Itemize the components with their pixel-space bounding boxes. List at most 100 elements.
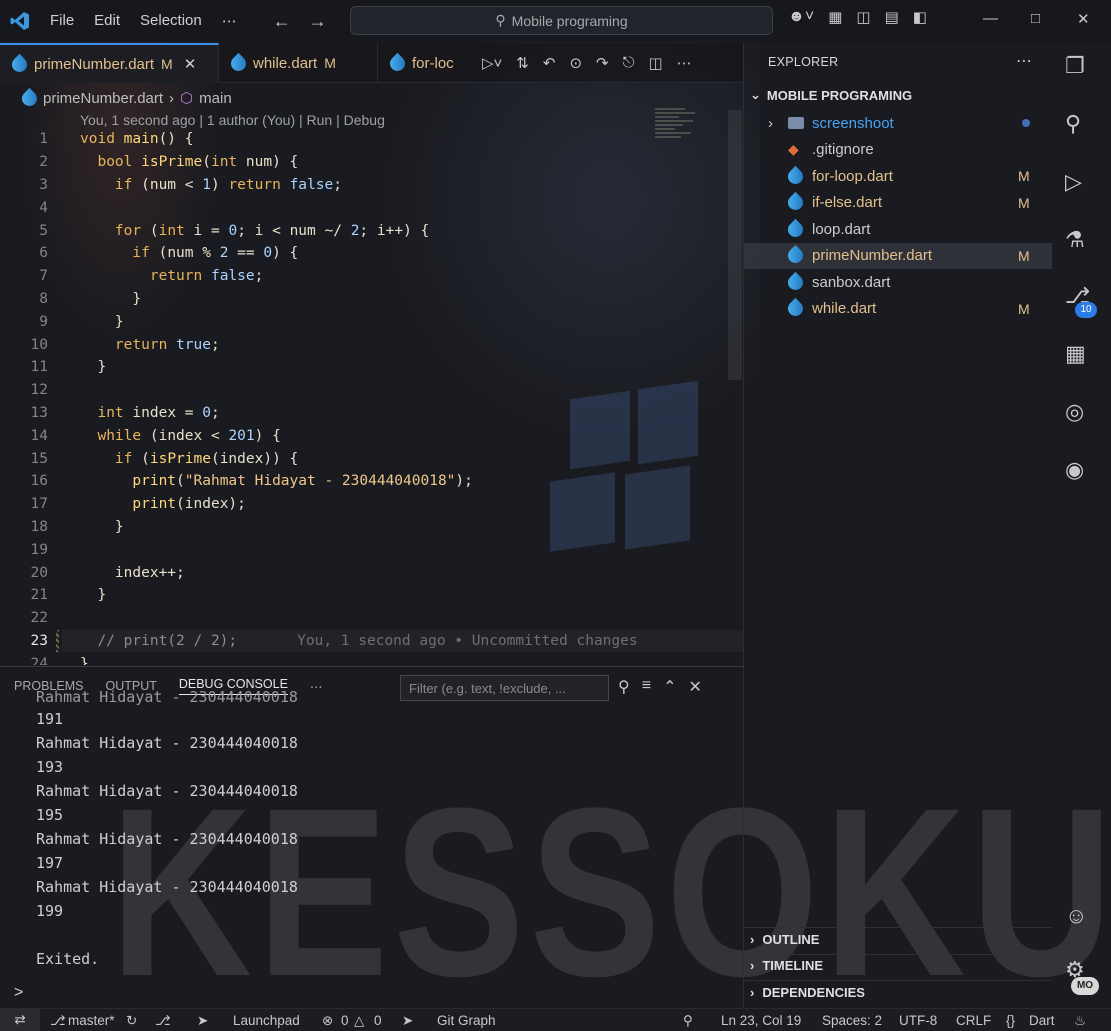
code-line-current: 23 // print(2 / 2); You, 1 second ago • U… bbox=[0, 629, 743, 653]
close-panel-icon[interactable]: ✕ bbox=[688, 677, 701, 697]
code-line: 16 print("Rahmat Hidayat - 230444040018"… bbox=[30, 473, 473, 490]
testing-icon[interactable]: ⚗ bbox=[1065, 227, 1085, 253]
tab-label: for-loc bbox=[412, 54, 454, 72]
console-line: Rahmat Hidayat - 230444040018 bbox=[36, 688, 298, 706]
more-actions-icon[interactable]: ⋯ bbox=[677, 54, 692, 72]
console-prompt[interactable]: > bbox=[14, 984, 23, 1002]
zoom-icon[interactable]: ⚲ bbox=[683, 1013, 693, 1029]
tree-item-file[interactable]: if-else.dart M bbox=[744, 190, 1052, 217]
code-line: 22 bbox=[30, 610, 48, 627]
remote-indicator-icon[interactable]: ⇄ bbox=[0, 1008, 40, 1031]
branch-icon: ⎇ bbox=[50, 1013, 66, 1028]
git-graph-icon[interactable]: ◎ bbox=[1065, 399, 1084, 425]
menu-edit[interactable]: Edit bbox=[84, 12, 130, 30]
code-line: 11 } bbox=[30, 359, 107, 376]
search-icon[interactable]: ⚲ bbox=[1065, 111, 1081, 137]
close-window-icon[interactable]: ✕ bbox=[1077, 10, 1090, 28]
compare-changes-icon[interactable]: ⇅ bbox=[516, 54, 529, 72]
explorer-title: EXPLORER bbox=[768, 55, 839, 69]
account-icon[interactable]: ☺ bbox=[1065, 903, 1087, 929]
tree-item-file[interactable]: loop.dart bbox=[744, 216, 1052, 243]
timeline-section[interactable]: › TIMELINE bbox=[750, 958, 823, 973]
panel-more-icon[interactable]: ⋯ bbox=[310, 679, 323, 694]
tab-primenumber[interactable]: primeNumber.dart M ✕ bbox=[0, 43, 219, 83]
menu-selection[interactable]: Selection bbox=[130, 12, 212, 30]
tree-item-file[interactable]: while.dart M bbox=[744, 296, 1052, 323]
launchpad-button[interactable]: Launchpad bbox=[233, 1013, 300, 1028]
menu-more[interactable]: ⋯ bbox=[212, 12, 247, 30]
customize-layout-icon[interactable]: ▦ bbox=[828, 8, 842, 26]
workspace-folder-header[interactable]: ⌄ MOBILE PROGRAMING bbox=[750, 87, 912, 103]
timeline-icon[interactable]: ⎋ bbox=[623, 54, 635, 71]
codelens-blame[interactable]: You, 1 second ago | 1 author (You) | Run… bbox=[80, 112, 385, 128]
cursor-position[interactable]: Ln 23, Col 19 bbox=[721, 1013, 801, 1028]
split-editor-icon[interactable]: ◫ bbox=[648, 54, 662, 72]
filter-search-icon[interactable]: ⚲ bbox=[618, 677, 630, 697]
tree-item-folder[interactable]: › screenshoot bbox=[744, 110, 1052, 137]
publish-icon[interactable]: ⎇ bbox=[155, 1013, 171, 1029]
dart-file-icon bbox=[227, 52, 250, 74]
dependencies-section[interactable]: › DEPENDENCIES bbox=[750, 985, 865, 1000]
tab-for-loop[interactable]: for-loc bbox=[378, 43, 468, 83]
command-center-search[interactable]: ⚲ Mobile programing bbox=[350, 6, 773, 35]
git-commit-icon[interactable]: ⊙ bbox=[569, 54, 582, 72]
git-graph-button[interactable]: Git Graph bbox=[437, 1013, 496, 1028]
run-debug-icon[interactable]: ▷ bbox=[1065, 169, 1082, 195]
code-line: 21 } bbox=[30, 587, 107, 604]
breadcrumb-symbol[interactable]: main bbox=[199, 90, 232, 107]
language-mode[interactable]: Dart bbox=[1029, 1013, 1055, 1028]
code-line: 3 if (num < 1) return false; bbox=[39, 176, 342, 193]
code-line: 15 if (isPrime(index)) { bbox=[30, 450, 299, 467]
tree-item-file[interactable]: ◆ .gitignore bbox=[744, 137, 1052, 164]
menu-file[interactable]: File bbox=[40, 12, 84, 30]
console-line: 199 bbox=[36, 902, 64, 920]
tree-item-file-selected[interactable]: primeNumber.dart M bbox=[744, 242, 1052, 269]
code-editor[interactable]: You, 1 second ago | 1 author (You) | Run… bbox=[0, 110, 743, 665]
code-line: 20 index++; bbox=[30, 564, 185, 581]
error-count[interactable]: 0 bbox=[341, 1013, 349, 1028]
inline-blame: You, 1 second ago • Uncommitted changes bbox=[297, 632, 638, 649]
debug-console-output: Rahmat Hidayat - 230444040018 191 Rahmat… bbox=[36, 688, 736, 971]
notifications-bell-icon[interactable]: ♨ bbox=[1074, 1013, 1086, 1029]
vscode-logo-icon bbox=[0, 11, 40, 31]
toggle-panel-icon[interactable]: ▤ bbox=[885, 8, 899, 26]
indentation[interactable]: Spaces: 2 bbox=[822, 1013, 882, 1028]
next-change-icon[interactable]: ↷ bbox=[596, 54, 609, 72]
toggle-secondary-sidebar-icon[interactable]: ◧ bbox=[913, 8, 927, 26]
forward-arrow-icon[interactable]: → bbox=[309, 11, 327, 32]
tab-label: primeNumber.dart bbox=[34, 55, 155, 73]
tree-item-file[interactable]: for-loop.dart M bbox=[744, 163, 1052, 190]
dart-file-icon bbox=[386, 52, 409, 74]
rocket-icon: ➤ bbox=[197, 1013, 209, 1028]
toggle-primary-sidebar-icon[interactable]: ◫ bbox=[856, 8, 870, 26]
encoding[interactable]: UTF-8 bbox=[899, 1013, 937, 1028]
console-line: Rahmat Hidayat - 230444040018 bbox=[36, 830, 298, 848]
code-line: 17 print(index); bbox=[30, 496, 246, 513]
remote-explorer-icon[interactable]: ◉ bbox=[1065, 457, 1084, 483]
run-debug-icon[interactable]: ▷˅ bbox=[482, 54, 502, 72]
console-line: Rahmat Hidayat - 230444040018 bbox=[36, 782, 298, 800]
maximize-icon[interactable]: □ bbox=[1031, 10, 1040, 27]
explorer-icon[interactable]: ❐ bbox=[1065, 53, 1085, 79]
maximize-panel-icon[interactable]: ⌃ bbox=[663, 677, 676, 697]
code-line: 5 for (int i = 0; i < num ~/ 2; i++) { bbox=[39, 222, 430, 239]
line-ending[interactable]: CRLF bbox=[956, 1013, 991, 1028]
copilot-icon[interactable]: ☻˅ bbox=[788, 8, 814, 26]
close-tab-icon[interactable]: ✕ bbox=[184, 55, 197, 73]
clear-console-icon[interactable]: ≡ bbox=[642, 677, 651, 697]
outline-section[interactable]: › OUTLINE bbox=[750, 932, 819, 947]
minimize-icon[interactable]: — bbox=[983, 10, 998, 27]
tree-item-file[interactable]: sanbox.dart bbox=[744, 269, 1052, 296]
git-branch[interactable]: master* bbox=[68, 1013, 115, 1028]
previous-change-icon[interactable]: ↶ bbox=[543, 54, 556, 72]
tab-while[interactable]: while.dart M bbox=[219, 43, 378, 83]
code-line: 13 int index = 0; bbox=[30, 404, 220, 421]
explorer-more-icon[interactable]: ⋯ bbox=[1016, 51, 1032, 71]
code-line: 4 bbox=[39, 199, 48, 216]
sync-icon[interactable]: ↻ bbox=[126, 1013, 137, 1029]
extensions-icon[interactable]: ▦ bbox=[1065, 341, 1086, 367]
back-arrow-icon[interactable]: ← bbox=[273, 11, 291, 32]
breadcrumb-file[interactable]: primeNumber.dart bbox=[43, 90, 163, 107]
dart-file-icon bbox=[784, 218, 807, 240]
warning-count[interactable]: 0 bbox=[374, 1013, 382, 1028]
